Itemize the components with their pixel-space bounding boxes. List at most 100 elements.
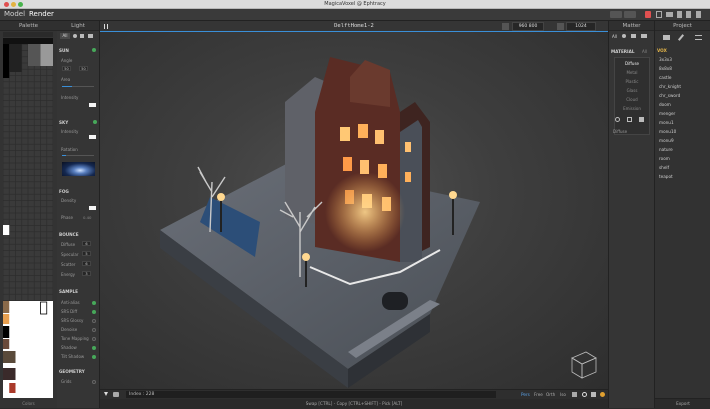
sky-rotation-label: Rotation <box>61 147 78 152</box>
project-file-menger[interactable]: menger <box>659 111 675 116</box>
section-vox[interactable]: VOX <box>657 48 667 53</box>
project-file-teapot[interactable]: teapot <box>659 174 673 179</box>
export-button[interactable]: Export <box>655 398 710 408</box>
sample-antialias-checkbox[interactable] <box>92 301 96 305</box>
material-metal[interactable]: Metal <box>617 70 647 75</box>
camera-mode-orth[interactable]: Orth <box>546 392 555 397</box>
material-cloud[interactable]: Cloud <box>617 97 647 102</box>
fog-color-swatch[interactable] <box>89 206 96 210</box>
sample-denoise-checkbox[interactable] <box>92 328 96 332</box>
edit-icon[interactable] <box>677 34 685 41</box>
zoom-icon[interactable] <box>572 392 577 397</box>
sun-color-swatch[interactable] <box>89 103 96 107</box>
camera-icon[interactable] <box>113 392 119 397</box>
camera-mode-iso[interactable]: Iso <box>560 392 566 397</box>
render-icon[interactable] <box>600 392 605 397</box>
screenshot-icon[interactable] <box>591 392 596 397</box>
view-cube-icon[interactable] <box>566 348 600 382</box>
new-file-icon[interactable] <box>677 11 682 18</box>
project-file-doom[interactable]: doom <box>659 102 671 107</box>
tab-render[interactable]: Render <box>29 10 54 18</box>
save-icon[interactable] <box>645 11 651 18</box>
tab-all[interactable]: All <box>60 33 70 39</box>
palette-page-tabs[interactable] <box>3 32 53 37</box>
reset-material-icon[interactable] <box>615 117 620 122</box>
sun-angle-x[interactable]: 50 <box>62 66 71 71</box>
bounce-diffuse-value[interactable]: 6 <box>82 241 91 246</box>
list-icon[interactable] <box>695 35 702 40</box>
project-file-castle[interactable]: castle <box>659 75 671 80</box>
section-sun[interactable]: SUN <box>59 48 69 53</box>
delete-icon[interactable] <box>696 11 701 18</box>
color-index-readout: Index : 228 <box>126 391 496 398</box>
menu-arrow-icon[interactable] <box>104 392 108 396</box>
section-fog[interactable]: FOG <box>59 189 69 194</box>
settings-tab-icon[interactable] <box>80 34 84 38</box>
material-emission[interactable]: Emission <box>617 106 647 111</box>
sample-icon[interactable] <box>557 23 564 30</box>
sample-srs-diff-checkbox[interactable] <box>92 310 96 314</box>
paste-material-icon[interactable] <box>639 117 644 122</box>
bounce-scatter-value[interactable]: 6 <box>82 261 91 266</box>
sky-color-swatch[interactable] <box>89 135 96 139</box>
sky-rotation-slider[interactable] <box>62 155 94 156</box>
palette-grid[interactable] <box>3 38 53 398</box>
sun-tab-icon[interactable] <box>73 34 77 38</box>
sample-tilt-shadow-checkbox[interactable] <box>92 355 96 359</box>
bounce-energy-label: Energy <box>61 272 76 277</box>
project-file-chr-sword[interactable]: chr_sword <box>659 93 680 98</box>
material-mode-all[interactable]: All <box>642 49 647 54</box>
sun-toggle[interactable] <box>92 48 96 52</box>
render-canvas[interactable] <box>100 32 608 389</box>
reset-view-icon[interactable] <box>582 392 587 397</box>
rendered-house-scene <box>160 57 480 388</box>
geometry-grids-checkbox[interactable] <box>92 380 96 384</box>
project-file-nature[interactable]: nature <box>659 147 673 152</box>
project-file-3x3x3[interactable]: 3x3x3 <box>659 57 672 62</box>
section-geometry[interactable]: GEOMETRY <box>59 369 85 374</box>
bounce-energy-value[interactable]: 3 <box>82 271 91 276</box>
project-file-chr-knight[interactable]: chr_knight <box>659 84 681 89</box>
sample-tone-mapping-checkbox[interactable] <box>92 337 96 341</box>
project-file-8x8x8[interactable]: 8x8x8 <box>659 66 672 71</box>
copy-material-icon[interactable] <box>627 117 632 122</box>
sun-area-slider[interactable] <box>62 86 94 87</box>
matter-tab-all[interactable]: All <box>612 34 617 39</box>
palette-title: Palette <box>0 21 57 31</box>
section-material[interactable]: MATERIAL <box>611 49 635 54</box>
sky-preview[interactable] <box>62 162 95 176</box>
resize-icon[interactable] <box>502 23 509 30</box>
sun-angle-y[interactable]: 50 <box>79 66 88 71</box>
camera-mode-free[interactable]: Free <box>534 392 543 397</box>
folder-icon[interactable] <box>663 35 670 40</box>
fog-phase-value[interactable]: 0.40 <box>83 215 91 220</box>
tab-model[interactable]: Model <box>4 10 25 18</box>
open-folder-icon[interactable] <box>666 12 673 17</box>
material-glass[interactable]: Glass <box>617 88 647 93</box>
section-sample[interactable]: SAMPLE <box>59 289 78 294</box>
material-diffuse[interactable]: Diffuse <box>617 61 647 66</box>
quick-toggle-button-2[interactable] <box>624 11 636 18</box>
matter-tab-image-icon[interactable] <box>631 34 636 38</box>
quick-toggle-button[interactable] <box>610 11 622 18</box>
matter-tab-camera-icon[interactable] <box>641 34 647 38</box>
project-file-monu10[interactable]: monu10 <box>659 129 676 134</box>
project-file-monu9[interactable]: monu9 <box>659 138 674 143</box>
copy-file-icon[interactable] <box>686 11 691 18</box>
matter-tab-sphere-icon[interactable] <box>622 34 626 38</box>
bounce-specular-value[interactable]: 5 <box>82 251 91 256</box>
export-icon[interactable] <box>656 11 662 18</box>
project-file-room[interactable]: room <box>659 156 670 161</box>
project-file-monu1[interactable]: monu1 <box>659 120 674 125</box>
sample-srs-glossy-checkbox[interactable] <box>92 319 96 323</box>
section-sky[interactable]: SKY <box>59 120 68 125</box>
sample-count-field[interactable]: 1024 <box>566 22 596 31</box>
sky-toggle[interactable] <box>93 120 97 124</box>
camera-mode-pers[interactable]: Pers <box>521 392 530 397</box>
sample-shadow-checkbox[interactable] <box>92 346 96 350</box>
project-file-shelf[interactable]: shelf <box>659 165 669 170</box>
camera-tab-icon[interactable] <box>88 34 93 38</box>
material-plastic[interactable]: Plastic <box>617 79 647 84</box>
section-bounce[interactable]: BOUNCE <box>59 232 79 237</box>
render-size-field[interactable]: 960 800 <box>512 22 544 31</box>
